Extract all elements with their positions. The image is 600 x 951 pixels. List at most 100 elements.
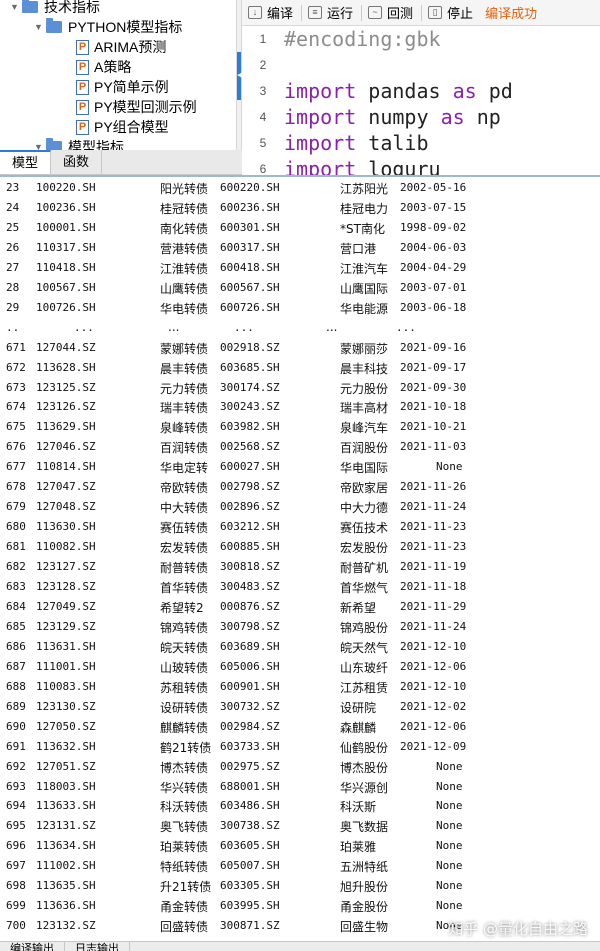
- tree-item[interactable]: ▼ 模型指标: [34, 137, 124, 150]
- list-date: None: [436, 899, 463, 913]
- bond-name: 南化转债: [160, 221, 209, 236]
- bond-name: 华电转债: [160, 301, 209, 316]
- output-row: 674 123126.SZ 瑞丰转债 300243.SZ 瑞丰高材 2021-10-18: [0, 397, 600, 417]
- tree-item[interactable]: P PY模型回测示例: [76, 97, 197, 117]
- compile-button[interactable]: ↓ 编译: [242, 0, 301, 26]
- stock-name: 晨丰科技: [340, 361, 389, 376]
- stock-code: 300174.SZ: [220, 380, 280, 394]
- tree-item[interactable]: P PY组合模型: [76, 117, 169, 137]
- stock-code: 603995.SH: [220, 899, 280, 913]
- output-console: 23 100220.SH 阳光转债 600220.SH 江苏阳光 2002-05-16 24…: [0, 177, 600, 941]
- line-number: 2: [259, 58, 267, 72]
- output-row: 691 113632.SH 鹤21转债 603733.SH 仙鹤股份 2021-12-09: [0, 737, 600, 757]
- stock-name: 珀莱雅: [340, 840, 377, 855]
- bond-code: 113628.SH: [36, 360, 96, 374]
- row-index: 680: [6, 520, 26, 534]
- tree-item[interactable]: ▼ 技术指标: [10, 0, 100, 17]
- stock-code: 688001.SH: [220, 779, 280, 793]
- bottom-tab[interactable]: 编译输出: [0, 942, 65, 951]
- bond-code: 113636.SH: [36, 899, 96, 913]
- list-date: 1998-09-02: [400, 220, 467, 234]
- bond-name: 山鹰转债: [160, 281, 209, 296]
- bond-name: 首华转债: [160, 581, 209, 595]
- python-file-icon: P: [76, 79, 89, 95]
- compile-icon: ↓: [248, 6, 262, 19]
- tree-item[interactable]: P ARIMA预测: [76, 37, 166, 57]
- row-index: 685: [6, 619, 26, 633]
- code-area[interactable]: 1 #encoding:gbk 2 3 import pandas as pd 4 impo…: [242, 26, 600, 176]
- stock-code: 002798.SZ: [220, 480, 280, 494]
- line-number: 6: [259, 162, 267, 176]
- row-index: 693: [6, 779, 26, 793]
- tree-item[interactable]: ▼ PYTHON模型指标: [34, 17, 182, 37]
- python-file-icon: P: [76, 59, 89, 75]
- bond-code: 123127.SZ: [36, 560, 96, 574]
- bond-name: 百润转债: [160, 441, 209, 456]
- expand-arrow-icon[interactable]: ▼: [34, 22, 46, 32]
- bond-code: 100236.SH: [36, 200, 96, 214]
- expand-arrow-icon[interactable]: ▼: [34, 142, 46, 150]
- strategy-tree: ▼ 技术指标 ▼ PYTHON模型指标 P ARIMA预测 P A策略 P PY简单示例 P PY模型…: [0, 0, 236, 150]
- bond-name: 耐普转债: [160, 561, 209, 576]
- bond-code: 110083.SH: [36, 679, 96, 693]
- output-row: 689 123130.SZ 设研转债 300732.SZ 设研院 2021-12-02: [0, 697, 600, 717]
- backtest-button[interactable]: ~ 回测: [362, 0, 421, 26]
- keyword-import: import: [284, 157, 357, 176]
- bond-name: 科沃转债: [160, 800, 209, 815]
- output-row: 696 113634.SH 珀莱转债 603605.SH 珀莱雅 None: [0, 836, 600, 856]
- output-row: 675 113629.SH 泉峰转债 603982.SH 泉峰汽车 2021-10-21: [0, 417, 600, 437]
- row-index: 676: [6, 440, 26, 454]
- row-index: 681: [6, 540, 26, 554]
- module-name: pandas: [368, 79, 441, 103]
- bottom-tab[interactable]: 日志输出: [65, 942, 130, 951]
- tree-item[interactable]: P PY简单示例: [76, 77, 169, 97]
- bond-code: 123126.SZ: [36, 400, 96, 414]
- row-index: 691: [6, 739, 26, 753]
- output-row: 676 127046.SZ 百润转债 002568.SZ 百润股份 2021-11-03: [0, 437, 600, 457]
- row-index: 682: [6, 560, 26, 574]
- bond-code: 118003.SH: [36, 779, 96, 793]
- bond-name: 桂冠转债: [160, 201, 209, 216]
- list-date: 2021-11-24: [400, 619, 467, 633]
- output-row: 692 127051.SZ 博杰转债 002975.SZ 博杰股份 None: [0, 757, 600, 777]
- tree-item[interactable]: P A策略: [76, 57, 131, 77]
- stock-code: 002568.SZ: [220, 440, 280, 454]
- tab-function[interactable]: 函数: [51, 150, 103, 174]
- stock-name: 华电国际: [340, 461, 389, 476]
- output-row: 687 111001.SH 山玻转债 605006.SH 山东玻纤 2021-12-06: [0, 657, 600, 677]
- row-index: 24: [6, 200, 20, 214]
- output-row: 688 110083.SH 苏租转债 600901.SH 江苏租赁 2021-12-10: [0, 677, 600, 697]
- bond-code: 113629.SH: [36, 420, 96, 434]
- bond-code: 123130.SZ: [36, 699, 96, 713]
- stock-code: 603305.SH: [220, 879, 280, 893]
- stop-button[interactable]: ▯ 停止: [422, 0, 481, 26]
- collapse-handle-icon[interactable]: ◀: [237, 52, 242, 100]
- stock-name: ...: [326, 319, 338, 334]
- output-row: 678 127047.SZ 帝欧转债 002798.SZ 帝欧家居 2021-11-26: [0, 477, 600, 497]
- list-date: 2021-10-18: [400, 400, 467, 414]
- bond-name: 华电定转: [160, 461, 209, 476]
- run-button[interactable]: ≡ 运行: [302, 0, 361, 26]
- list-date: 2021-12-10: [400, 639, 467, 653]
- bond-name: 皖天转债: [160, 640, 209, 655]
- expand-arrow-icon[interactable]: ▼: [10, 2, 22, 12]
- bottom-tabs: 编译输出 日志输出: [0, 941, 600, 951]
- bond-code: 123132.SZ: [36, 919, 96, 933]
- editor-toolbar: ↓ 编译 ≡ 运行 ~ 回测 ▯ 停止 编译成功: [242, 0, 600, 26]
- output-row: 690 127050.SZ 麒麟转债 002984.SZ 森麒麟 2021-12-06: [0, 717, 600, 737]
- bond-code: 127047.SZ: [36, 480, 96, 494]
- tab-model[interactable]: 模型: [0, 150, 52, 174]
- bond-code: 111001.SH: [36, 659, 96, 673]
- list-date: 2021-12-10: [400, 679, 467, 693]
- list-date: 2021-11-29: [400, 599, 467, 613]
- bond-name: 特纸转债: [160, 860, 209, 875]
- bond-name: 江淮转债: [160, 261, 209, 276]
- bond-name: 甬金转债: [160, 900, 209, 915]
- stock-name: 设研院: [340, 700, 377, 715]
- stock-code: 300738.SZ: [220, 819, 280, 833]
- bond-name: 阳光转债: [160, 182, 209, 196]
- stock-code: 002896.SZ: [220, 500, 280, 514]
- keyword-import: import: [284, 131, 357, 155]
- stock-code: 600418.SH: [220, 260, 280, 274]
- line-number: 4: [259, 110, 267, 124]
